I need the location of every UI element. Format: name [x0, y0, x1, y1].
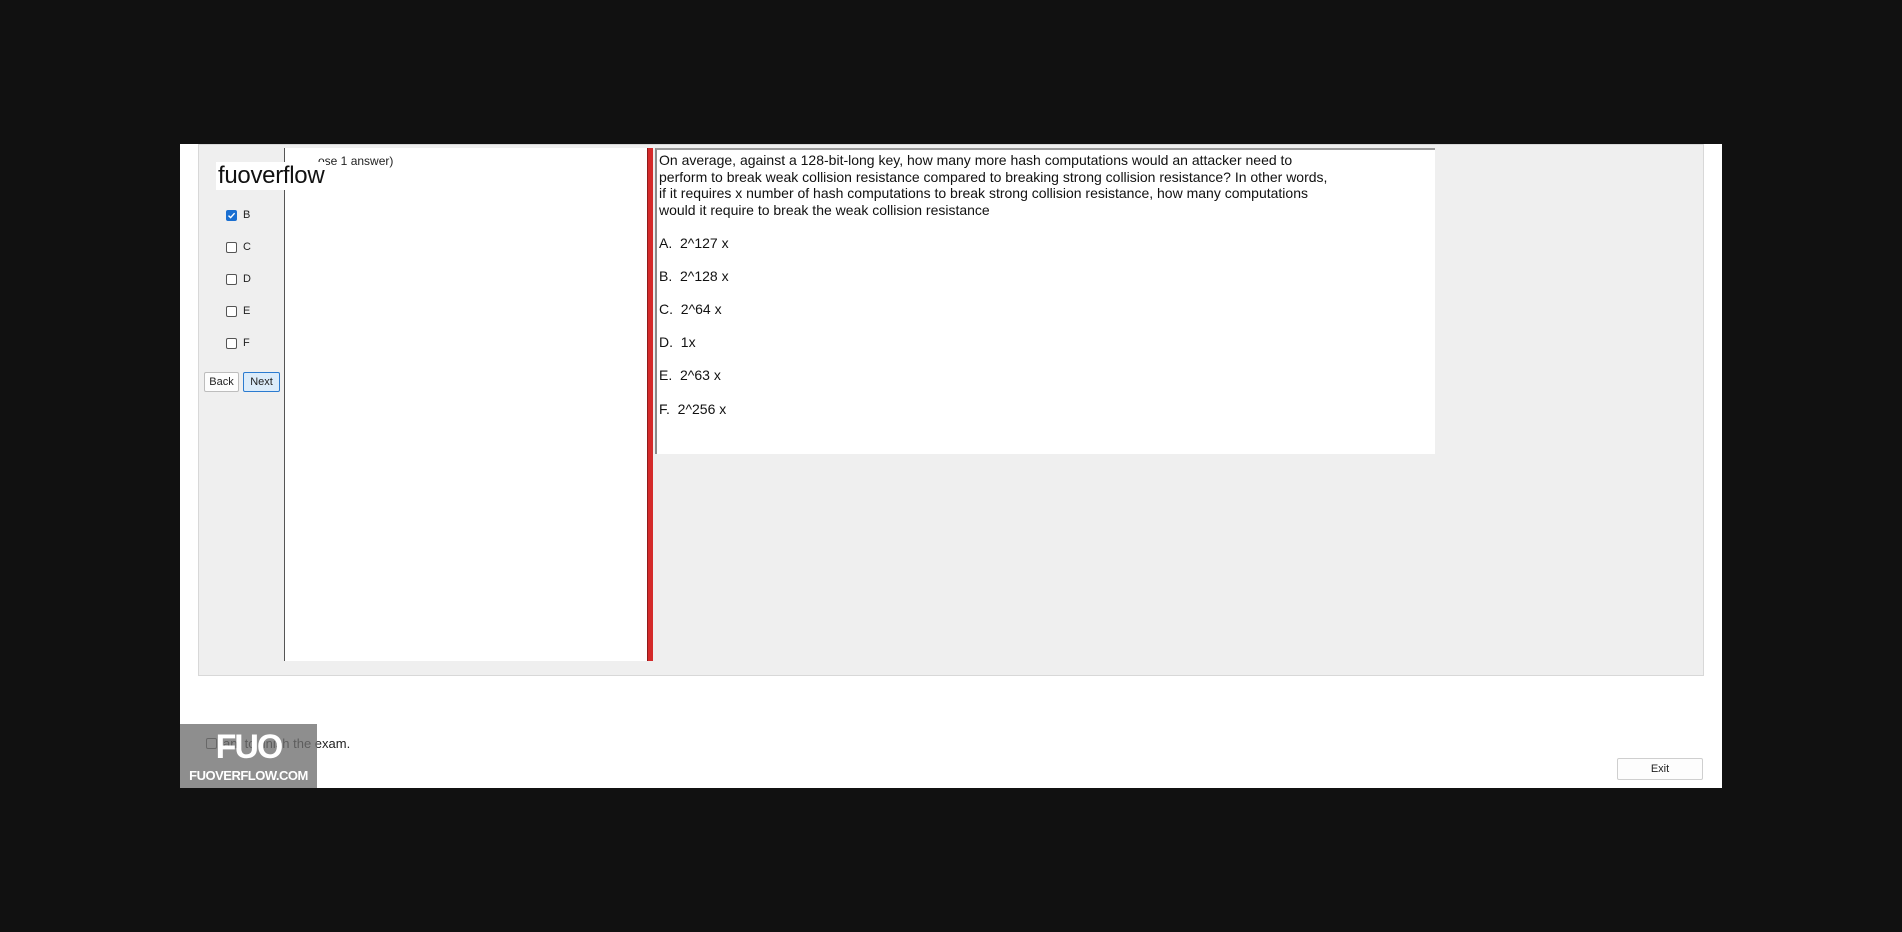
option-e: E. 2^63 x [659, 367, 721, 383]
next-button[interactable]: Next [243, 372, 280, 392]
answer-option-d[interactable]: D [226, 271, 251, 287]
checkbox-icon[interactable] [226, 241, 237, 253]
answer-label: F [243, 337, 250, 349]
checkbox-icon[interactable] [226, 337, 237, 349]
watermark-logo-text: FUO [215, 728, 284, 766]
checkbox-icon[interactable] [226, 273, 237, 285]
back-button[interactable]: Back [204, 372, 239, 392]
answer-label: B [243, 209, 251, 221]
brand-title: fuoverflow [216, 162, 327, 190]
watermark-logo: FUO FUOVERFLOW.COM [180, 724, 317, 788]
answer-label: C [243, 241, 251, 253]
answer-sidebar: B C D E F Back Next [199, 145, 283, 665]
question-panel: On average, against a 128-bit-long key, … [655, 148, 1435, 454]
question-line: if it requires x number of hash computat… [659, 185, 1308, 201]
answer-option-f[interactable]: F [226, 335, 250, 351]
question-line: would it require to break the weak colli… [659, 201, 990, 218]
exam-frame: B C D E F Back Next ose 1 answer) On ave… [198, 144, 1704, 676]
answer-label: D [243, 273, 251, 285]
instruction-text: ose 1 answer) [318, 154, 394, 168]
question-line: On average, against a 128-bit-long key, … [659, 152, 1293, 168]
option-f: F. 2^256 x [659, 401, 727, 417]
watermark-site-text: FUOVERFLOW.COM [189, 768, 308, 783]
option-c: C. 2^64 x [659, 301, 722, 317]
option-a: A. 2^127 x [659, 235, 729, 251]
answer-option-c[interactable]: C [226, 239, 251, 255]
answer-option-e[interactable]: E [226, 303, 250, 319]
answer-label: E [243, 305, 251, 317]
checkbox-checked-icon[interactable] [226, 209, 237, 221]
exam-window: B C D E F Back Next ose 1 answer) On ave… [180, 144, 1722, 788]
question-line: perform to break weak collision resistan… [659, 168, 1328, 185]
instruction-panel: ose 1 answer) [284, 148, 647, 661]
answer-option-b[interactable]: B [226, 207, 250, 223]
question-text: On average, against a 128-bit-long key, … [659, 152, 1399, 218]
panel-splitter[interactable] [647, 148, 653, 661]
option-d: D. 1x [659, 334, 696, 350]
exit-button[interactable]: Exit [1617, 758, 1703, 780]
option-b: B. 2^128 x [659, 268, 729, 284]
checkbox-icon[interactable] [226, 305, 237, 317]
